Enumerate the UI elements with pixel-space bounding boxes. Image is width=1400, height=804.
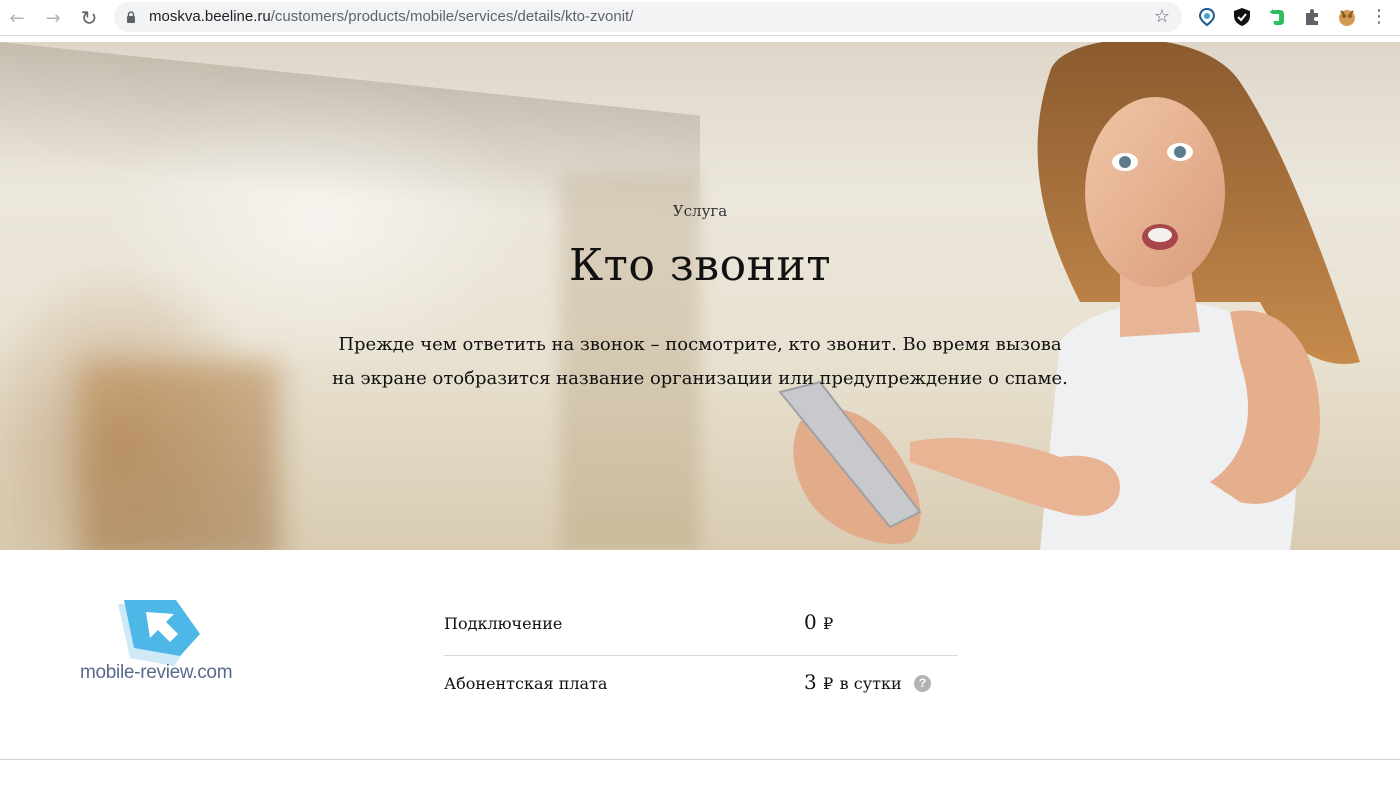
pricing-value: 3 ₽ в сутки ? xyxy=(804,670,931,694)
avatar-extension-icon[interactable] xyxy=(1336,6,1358,28)
forward-button[interactable]: → xyxy=(40,5,66,31)
mobile-review-logo-icon xyxy=(118,600,200,666)
address-bar[interactable]: moskva.beeline.ru/customers/products/mob… xyxy=(114,2,1182,32)
browser-toolbar: ← → ↻ moskva.beeline.ru/customers/produc… xyxy=(0,0,1400,36)
pricing-label: Абонентская плата xyxy=(444,674,608,693)
reload-icon: ↻ xyxy=(80,6,98,30)
url-path: /customers/products/mobile/services/deta… xyxy=(270,8,634,25)
evernote-extension-icon[interactable] xyxy=(1266,6,1288,28)
browser-menu-button[interactable]: ⋮ xyxy=(1370,4,1388,30)
ruble-sign: ₽ xyxy=(823,614,834,633)
hero-background-stairs xyxy=(80,362,280,550)
hero-photo-woman-with-phone xyxy=(778,42,1360,550)
mobile-review-logo: mobile-review.com xyxy=(80,596,233,690)
help-icon[interactable]: ? xyxy=(913,675,931,692)
location-pin-extension-icon[interactable] xyxy=(1196,6,1218,28)
bookmark-button[interactable]: ☆ xyxy=(1154,6,1170,27)
kebab-menu-icon: ⋮ xyxy=(1370,6,1388,27)
puzzle-extension-icon[interactable] xyxy=(1301,6,1323,28)
url-text[interactable]: moskva.beeline.ru/customers/products/mob… xyxy=(149,2,633,32)
page-title: Кто звонит xyxy=(568,240,832,291)
section-divider xyxy=(0,759,1400,760)
hero-label: Услуга xyxy=(672,202,728,220)
ruble-sign: ₽ xyxy=(823,674,834,693)
hero-banner: Услуга Кто звонит Прежде чем ответить на… xyxy=(0,42,1400,550)
pricing-row-subscription-fee: Абонентская плата 3 ₽ в сутки ? xyxy=(444,656,958,716)
arrow-right-icon: → xyxy=(45,7,61,29)
hero-description-line-1: Прежде чем ответить на звонок – посмотри… xyxy=(338,334,1062,355)
pricing-table: Подключение 0 ₽ Абонентская плата 3 ₽ в … xyxy=(444,596,958,716)
pricing-amount: 0 xyxy=(804,610,817,634)
reload-button[interactable]: ↻ xyxy=(76,5,102,31)
pricing-row-connection: Подключение 0 ₽ xyxy=(444,596,958,656)
shield-extension-icon[interactable] xyxy=(1231,6,1253,28)
star-icon: ☆ xyxy=(1153,6,1170,27)
pricing-amount: 3 xyxy=(804,670,817,694)
hero-description-line-2: на экране отобразится название организац… xyxy=(332,368,1068,389)
lock-icon xyxy=(127,11,135,23)
url-host: moskva.beeline.ru xyxy=(149,8,271,25)
mobile-review-logo-text: mobile-review.com xyxy=(80,662,233,683)
arrow-left-icon: ← xyxy=(9,7,25,29)
hero-description: Прежде чем ответить на звонок – посмотри… xyxy=(300,328,1100,396)
pricing-period: в сутки xyxy=(839,674,902,693)
pricing-label: Подключение xyxy=(444,614,563,633)
pricing-value: 0 ₽ xyxy=(804,610,833,634)
back-button[interactable]: ← xyxy=(4,5,30,31)
